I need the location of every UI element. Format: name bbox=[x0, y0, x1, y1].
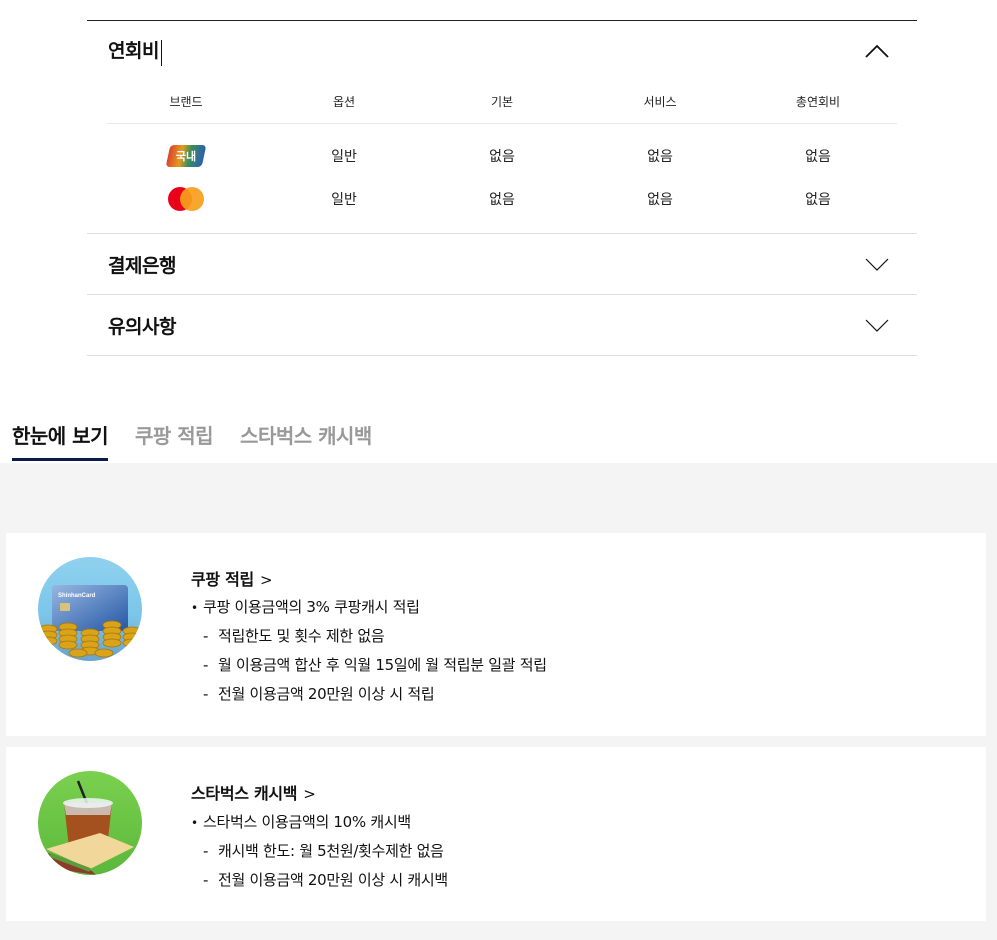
coupang-sub-1: 적립한도 및 횟수 제한 없음 bbox=[191, 626, 547, 655]
chevron-down-icon[interactable] bbox=[864, 317, 890, 333]
notes-title: 유의사항 bbox=[108, 315, 176, 338]
coupang-main-benefit: 쿠팡 이용금액의 3% 쿠팡캐시 적립 bbox=[191, 597, 547, 626]
service-cell: 없음 bbox=[647, 192, 673, 208]
total-cell: 없음 bbox=[805, 192, 831, 208]
table-row: 일반 없음 없음 없음 bbox=[107, 177, 897, 221]
card-coins-illustration: ShinhanCard bbox=[38, 585, 142, 658]
basic-cell: 없음 bbox=[489, 149, 515, 166]
col-basic: 기본 bbox=[423, 81, 581, 124]
starbucks-main-benefit: 스타벅스 이용금액의 10% 캐시백 bbox=[191, 812, 448, 841]
benefit-tabs: 한눈에 보기 쿠팡 적립 스타벅스 캐시백 bbox=[12, 420, 372, 461]
starbucks-title-link[interactable]: 스타벅스 캐시백 > bbox=[191, 780, 316, 804]
brand-cell bbox=[107, 177, 265, 221]
total-cell: 없음 bbox=[805, 149, 831, 166]
fee-section-title: 연회비 bbox=[108, 40, 159, 63]
payment-bank-section: 결제은행 bbox=[87, 234, 917, 295]
basic-cell: 없음 bbox=[489, 192, 515, 208]
col-service: 서비스 bbox=[581, 81, 739, 124]
brand-cell: 국내 bbox=[107, 123, 265, 177]
table-row: 국내 일반 없음 없음 없음 bbox=[107, 123, 897, 177]
coupang-title: 쿠팡 적립 bbox=[191, 570, 254, 589]
fee-section-title-wrap: 연회비 bbox=[108, 36, 162, 66]
fee-section: 연회비 브랜드 옵션 기본 서비스 총연회비 국내 일반 없음 없음 없음 일반… bbox=[87, 21, 917, 234]
starbucks-sub-2: 전월 이용금액 20만원 이상 시 캐시백 bbox=[191, 870, 448, 899]
service-cell: 없음 bbox=[647, 149, 673, 166]
domestic-brand-label: 국내 bbox=[175, 150, 197, 164]
col-total: 총연회비 bbox=[739, 81, 897, 124]
col-option: 옵션 bbox=[265, 81, 423, 124]
tab-overview[interactable]: 한눈에 보기 bbox=[12, 420, 108, 461]
starbucks-benefit-card: 스타벅스 캐시백 > 스타벅스 이용금액의 10% 캐시백 캐시백 한도: 월 5… bbox=[6, 747, 986, 921]
card-brand-text: ShinhanCard bbox=[58, 593, 96, 599]
coupang-details: 쿠팡 이용금액의 3% 쿠팡캐시 적립 적립한도 및 횟수 제한 없음 월 이용… bbox=[191, 597, 547, 713]
chevron-right-icon: > bbox=[303, 785, 316, 803]
coupang-sub-3: 전월 이용금액 20만원 이상 시 적립 bbox=[191, 684, 547, 713]
option-cell: 일반 bbox=[331, 192, 357, 208]
domestic-brand-logo: 국내 bbox=[165, 145, 207, 168]
starbucks-image bbox=[38, 771, 142, 875]
chevron-down-icon[interactable] bbox=[864, 256, 890, 272]
notes-header[interactable]: 유의사항 bbox=[87, 295, 917, 355]
col-brand: 브랜드 bbox=[107, 81, 265, 124]
fee-table-header-row: 브랜드 옵션 기본 서비스 총연회비 bbox=[107, 81, 897, 124]
chevron-up-icon[interactable] bbox=[864, 43, 890, 59]
fee-table: 브랜드 옵션 기본 서비스 총연회비 국내 일반 없음 없음 없음 일반 없음 … bbox=[107, 81, 897, 221]
starbucks-sub-1: 캐시백 한도: 월 5천원/횟수제한 없음 bbox=[191, 841, 448, 870]
starbucks-title: 스타벅스 캐시백 bbox=[191, 784, 298, 803]
coupang-title-link[interactable]: 쿠팡 적립 > bbox=[191, 566, 273, 590]
tab-starbucks[interactable]: 스타벅스 캐시백 bbox=[240, 420, 372, 461]
coupang-benefit-card: ShinhanCard 쿠팡 적립 > 쿠팡 이용금액의 3% 쿠팡캐시 적립 적… bbox=[6, 533, 986, 736]
payment-bank-header[interactable]: 결제은행 bbox=[87, 234, 917, 294]
coupang-sub-2: 월 이용금액 합산 후 익월 15일에 월 적립분 일괄 적립 bbox=[191, 655, 547, 684]
coupang-card-image: ShinhanCard bbox=[38, 557, 142, 661]
starbucks-details: 스타벅스 이용금액의 10% 캐시백 캐시백 한도: 월 5천원/횟수제한 없음… bbox=[191, 812, 448, 899]
text-cursor bbox=[160, 39, 162, 66]
payment-bank-title: 결제은행 bbox=[108, 254, 176, 277]
info-accordion: 연회비 브랜드 옵션 기본 서비스 총연회비 국내 일반 없음 없음 없음 일반… bbox=[87, 20, 917, 356]
option-cell: 일반 bbox=[331, 149, 357, 166]
drink-sandwich-illustration bbox=[44, 780, 134, 875]
fee-table-wrap: 브랜드 옵션 기본 서비스 총연회비 국내 일반 없음 없음 없음 일반 없음 … bbox=[87, 81, 917, 233]
fee-section-header[interactable]: 연회비 bbox=[87, 21, 917, 81]
notes-section: 유의사항 bbox=[87, 295, 917, 356]
mastercard-logo bbox=[168, 187, 204, 211]
chevron-right-icon: > bbox=[259, 571, 273, 589]
tab-coupang[interactable]: 쿠팡 적립 bbox=[135, 420, 214, 461]
